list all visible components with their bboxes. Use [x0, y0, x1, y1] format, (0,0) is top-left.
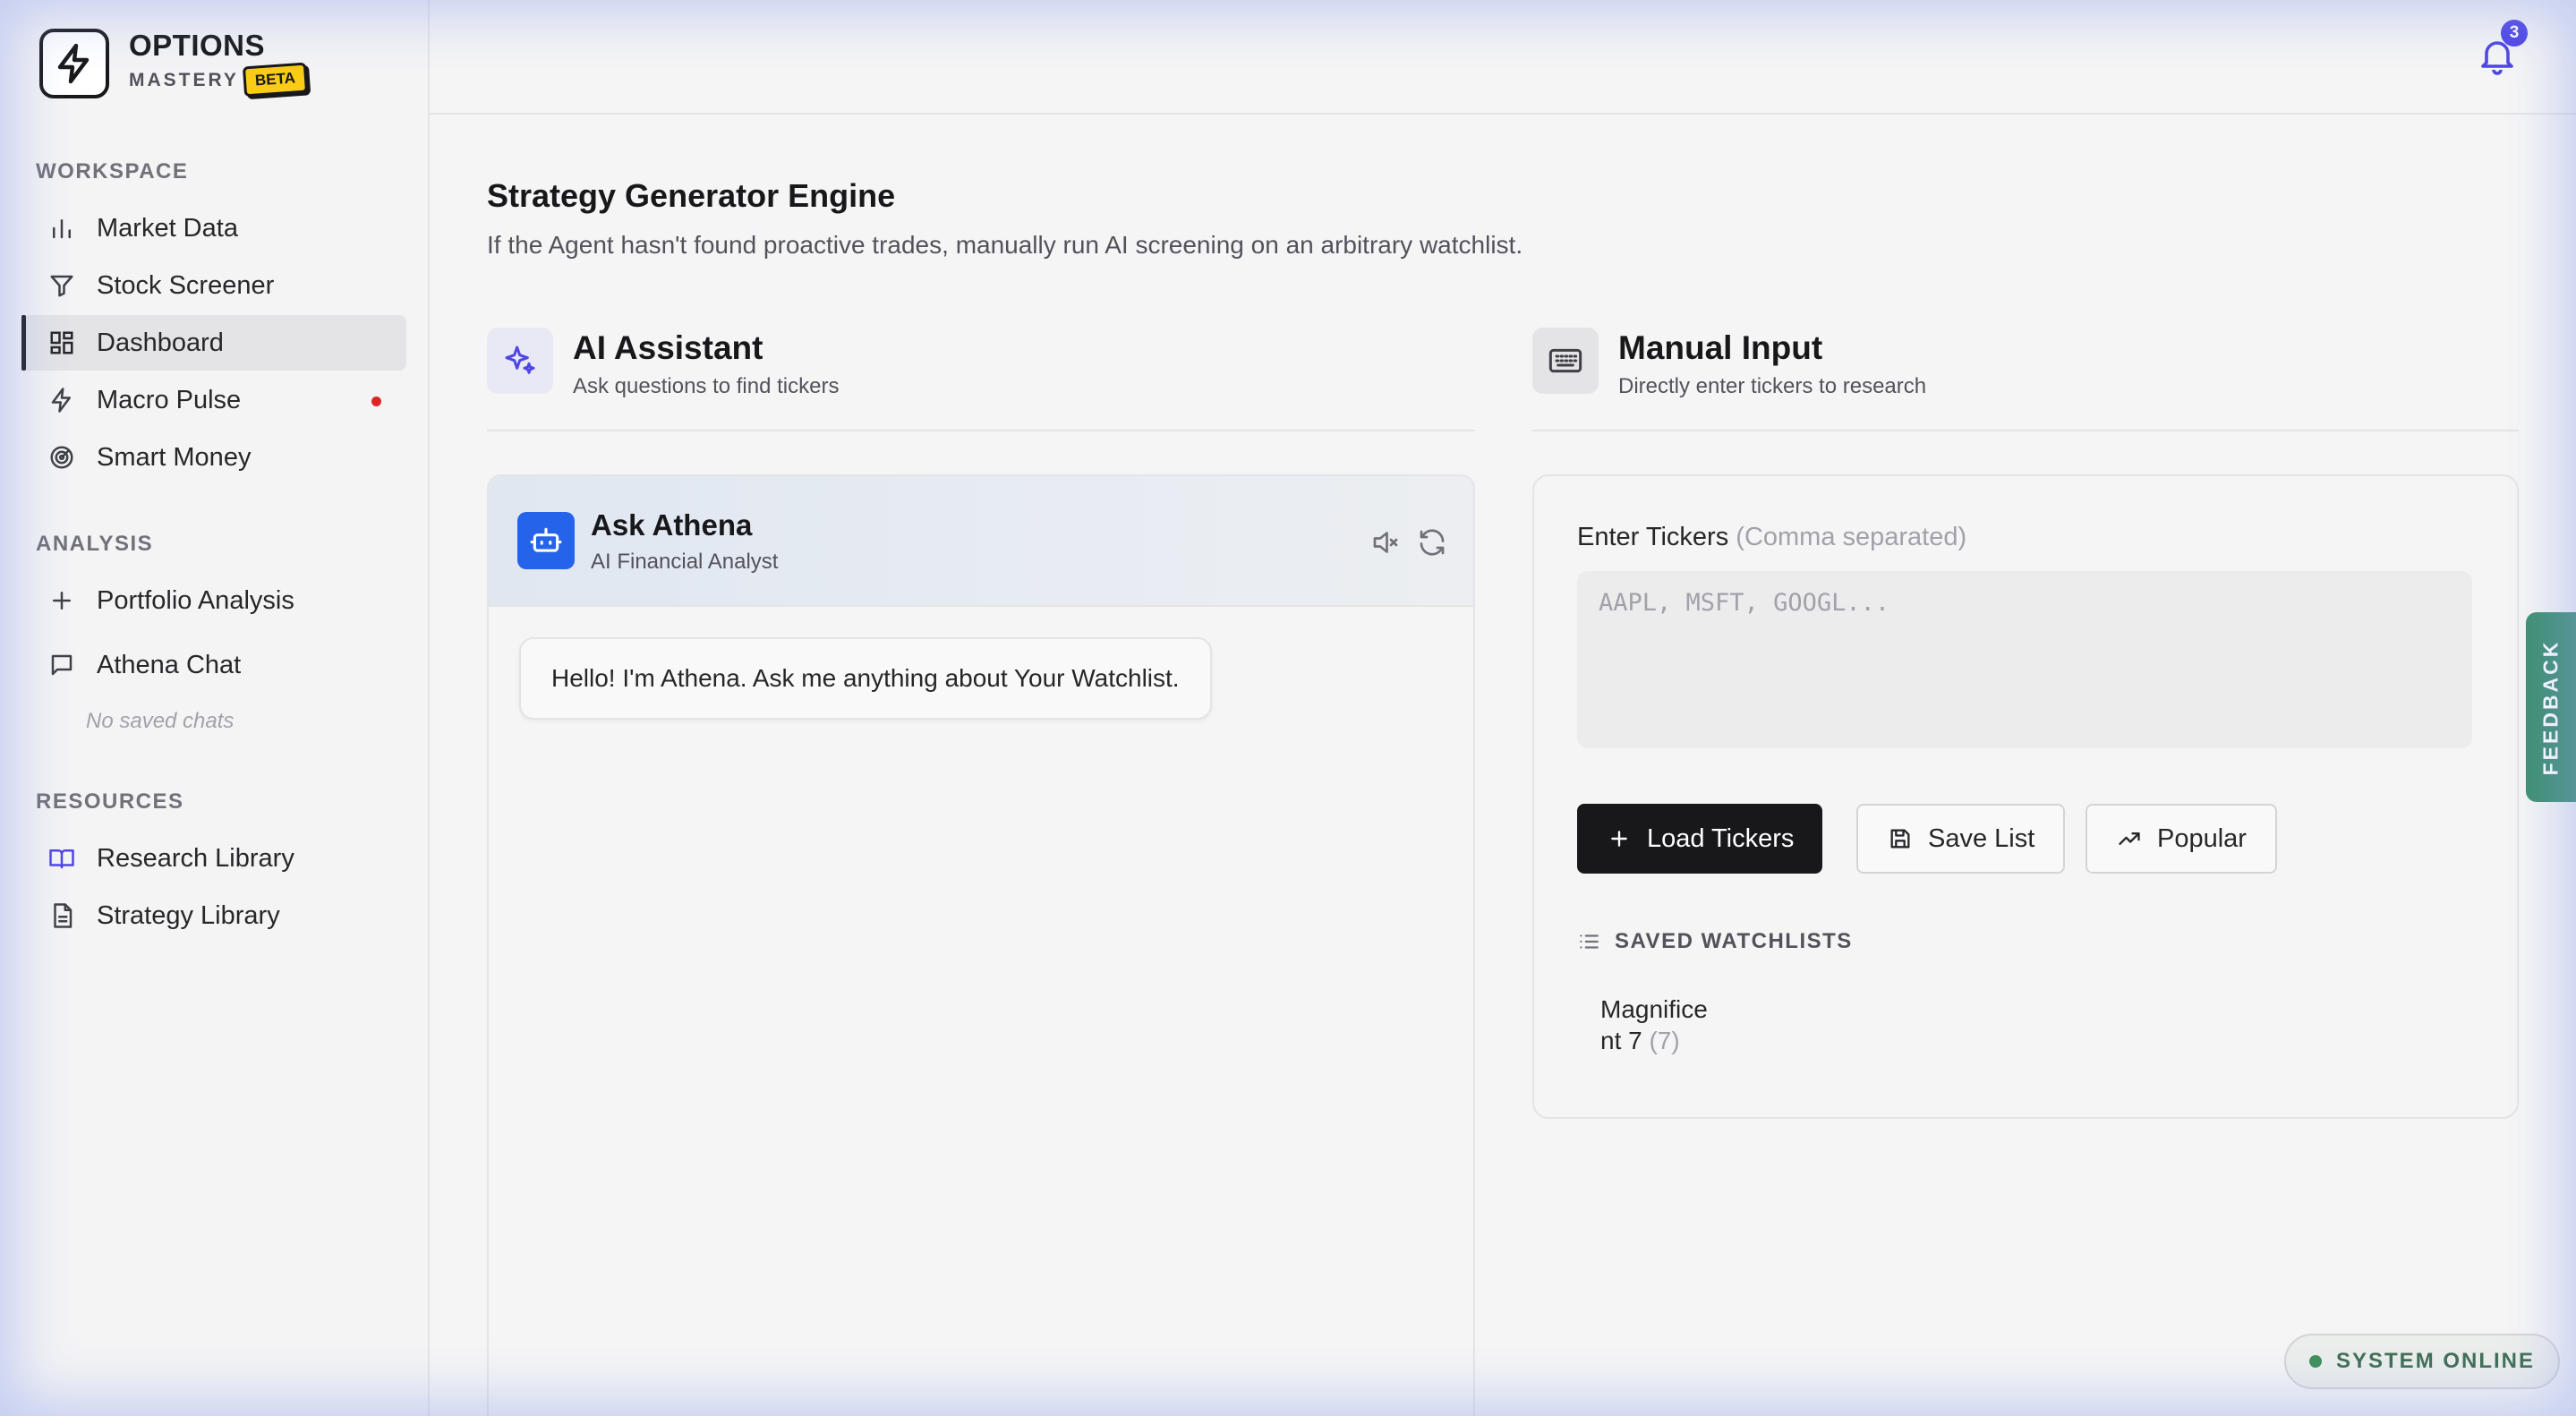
watchlist-count: (7) — [1649, 1027, 1680, 1054]
keyboard-icon — [1532, 328, 1599, 394]
chat-title: Ask Athena — [591, 508, 753, 542]
sidebar-item-label: Smart Money — [97, 442, 252, 472]
filter-icon — [47, 270, 77, 301]
sidebar-item-label: Athena Chat — [97, 650, 242, 679]
ai-assistant-title: AI Assistant — [573, 329, 763, 366]
brand-subtitle: MASTERY — [129, 70, 239, 90]
list-icon — [1580, 934, 1599, 949]
app-root: OPTIONS MASTERY BETA WORKSPACE Market Da… — [0, 0, 2576, 1416]
ai-assistant-subtitle: Ask questions to find tickers — [573, 374, 840, 398]
main-content: 3 Strategy Generator Engine If the Agent… — [430, 0, 2576, 1416]
chat-icon — [47, 650, 77, 680]
feedback-label: FEEDBACK — [2538, 639, 2563, 775]
sidebar-item-macro-pulse[interactable]: Macro Pulse — [21, 372, 406, 428]
refresh-icon[interactable] — [1416, 526, 1448, 559]
tickers-label-text: Enter Tickers — [1577, 523, 1729, 551]
workspace-section-label: WORKSPACE — [36, 159, 189, 183]
ai-assistant-header: AI Assistant Ask questions to find ticke… — [487, 328, 1475, 431]
sidebar-item-label: Portfolio Analysis — [97, 585, 294, 615]
sidebar-item-label: Macro Pulse — [97, 385, 242, 414]
brand-name: OPTIONS — [129, 29, 266, 62]
sidebar-item-label: Strategy Library — [97, 900, 280, 930]
system-status-label: SYSTEM ONLINE — [2336, 1349, 2536, 1373]
saved-watchlists-label: SAVED WATCHLISTS — [1577, 929, 1853, 954]
sidebar-item-label: Market Data — [97, 213, 238, 243]
watchlist-item[interactable]: Magnificent 7 (7) — [1600, 994, 1717, 1056]
chat-header: Ask Athena AI Financial Analyst — [489, 476, 1473, 607]
top-bar: 3 — [430, 0, 2576, 115]
sidebar-item-label: Research Library — [97, 843, 294, 873]
sidebar-item-athena-chat[interactable]: Athena Chat — [21, 637, 406, 693]
bot-icon — [517, 512, 575, 569]
save-list-label: Save List — [1928, 823, 2035, 853]
saved-watchlists-text: SAVED WATCHLISTS — [1615, 929, 1853, 953]
tickers-field-label: Enter Tickers (Comma separated) — [1577, 523, 1966, 552]
sidebar-item-label: Dashboard — [97, 328, 224, 357]
tickers-label-hint: (Comma separated) — [1736, 523, 1967, 551]
radar-icon — [47, 442, 77, 473]
no-saved-chats-text: No saved chats — [86, 709, 235, 733]
chat-subtitle: AI Financial Analyst — [591, 550, 779, 574]
page-description: If the Agent hasn't found proactive trad… — [487, 231, 1523, 259]
beta-badge: BETA — [242, 62, 309, 98]
lightning-icon — [47, 385, 77, 415]
document-icon — [47, 900, 77, 931]
save-icon — [1887, 825, 1914, 852]
ask-athena-chat: Ask Athena AI Financial Analyst Hello! I… — [487, 474, 1475, 1416]
sparkles-icon — [487, 328, 553, 394]
sidebar-item-smart-money[interactable]: Smart Money — [21, 430, 406, 485]
grid-icon — [47, 328, 77, 358]
sidebar-item-research-library[interactable]: Research Library — [21, 831, 406, 886]
plus-icon — [47, 585, 77, 616]
sidebar-item-portfolio-analysis[interactable]: Portfolio Analysis — [21, 573, 406, 628]
manual-input-subtitle: Directly enter tickers to research — [1618, 374, 1927, 398]
active-indicator — [21, 315, 26, 371]
mute-icon[interactable] — [1369, 526, 1402, 559]
sidebar: OPTIONS MASTERY BETA WORKSPACE Market Da… — [0, 0, 430, 1416]
sidebar-item-stock-screener[interactable]: Stock Screener — [21, 258, 406, 313]
brand-logo[interactable] — [39, 29, 109, 98]
tickers-input[interactable] — [1577, 571, 2472, 748]
notification-count-badge: 3 — [2501, 20, 2528, 47]
manual-input-header: Manual Input Directly enter tickers to r… — [1532, 328, 2519, 431]
sidebar-item-market-data[interactable]: Market Data — [21, 200, 406, 256]
bar-chart-icon — [47, 213, 77, 243]
sidebar-item-label: Stock Screener — [97, 270, 275, 300]
save-list-button[interactable]: Save List — [1856, 804, 2066, 874]
alert-dot — [371, 397, 381, 406]
manual-input-title: Manual Input — [1618, 329, 1823, 366]
load-tickers-label: Load Tickers — [1647, 823, 1795, 853]
status-dot — [2309, 1355, 2322, 1368]
sidebar-item-strategy-library[interactable]: Strategy Library — [21, 888, 406, 943]
resources-section-label: RESOURCES — [36, 789, 184, 814]
analysis-section-label: ANALYSIS — [36, 532, 154, 556]
page-title: Strategy Generator Engine — [487, 177, 896, 214]
lightning-logo-icon — [57, 43, 90, 84]
popular-label: Popular — [2157, 823, 2247, 853]
assistant-message: Hello! I'm Athena. Ask me anything about… — [519, 637, 1212, 720]
system-status-badge: SYSTEM ONLINE — [2284, 1334, 2561, 1389]
book-icon — [47, 843, 77, 874]
trending-up-icon — [2116, 825, 2143, 852]
popular-button[interactable]: Popular — [2086, 804, 2277, 874]
plus-icon — [1606, 825, 1633, 852]
sidebar-item-dashboard[interactable]: Dashboard — [21, 315, 406, 371]
feedback-tab[interactable]: FEEDBACK — [2526, 612, 2576, 802]
load-tickers-button[interactable]: Load Tickers — [1577, 804, 1823, 874]
manual-input-card: Enter Tickers (Comma separated) Load Tic… — [1532, 474, 2519, 1119]
